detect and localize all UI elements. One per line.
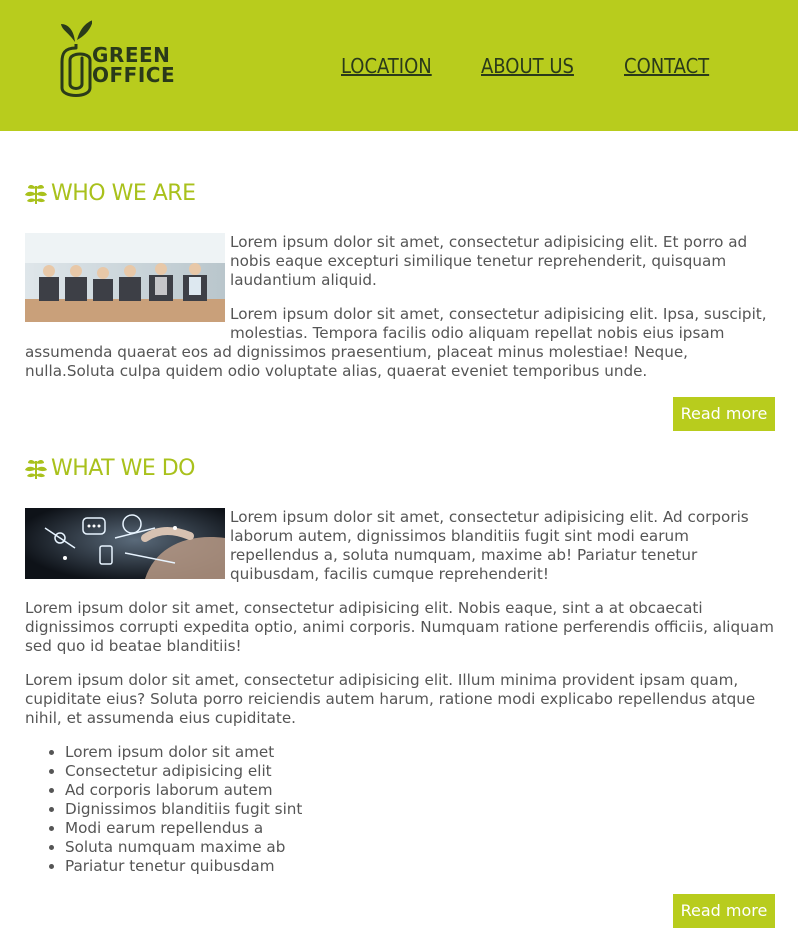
leaf-icon: [25, 459, 47, 479]
brand-logo[interactable]: GREEN OFFICE: [60, 14, 175, 102]
paperclip-sprout-icon: [60, 20, 92, 97]
brand-name: GREEN OFFICE: [92, 43, 176, 87]
what-we-do-content: Lorem ipsum dolor sit amet, consectetur …: [25, 508, 775, 876]
list-item: Dignissimos blanditiis fugit sint: [65, 800, 775, 819]
read-more-button-2[interactable]: Read more: [673, 894, 775, 928]
list-item: Consectetur adipisicing elit: [65, 762, 775, 781]
list-item: Lorem ipsum dolor sit amet: [65, 743, 775, 762]
nav-location-link[interactable]: LOCATION: [341, 54, 432, 78]
what-paragraph-2: Lorem ipsum dolor sit amet, consectetur …: [25, 599, 774, 655]
what-we-do-heading: WHAT WE DO: [25, 456, 195, 481]
site-header: GREEN OFFICE LOCATION ABOUT US CONTACT: [0, 0, 798, 131]
nav-about-link[interactable]: ABOUT US: [481, 54, 574, 78]
who-we-are-heading: WHO WE ARE: [25, 181, 196, 206]
list-item: Ad corporis laborum autem: [65, 781, 775, 800]
list-item: Soluta numquam maxime ab: [65, 838, 775, 857]
list-item: Pariatur tenetur quibusdam: [65, 857, 775, 876]
nav-contact-link[interactable]: CONTACT: [624, 54, 709, 78]
who-we-are-content: Lorem ipsum dolor sit amet, consectetur …: [25, 233, 775, 396]
team-photo: [25, 233, 225, 322]
feature-list: Lorem ipsum dolor sit amet Consectetur a…: [25, 743, 775, 876]
read-more-button-1[interactable]: Read more: [673, 397, 775, 431]
what-paragraph-3: Lorem ipsum dolor sit amet, consectetur …: [25, 671, 756, 727]
list-item: Modi earum repellendus a: [65, 819, 775, 838]
tech-touch-photo: [25, 508, 225, 579]
leaf-icon: [25, 184, 47, 204]
